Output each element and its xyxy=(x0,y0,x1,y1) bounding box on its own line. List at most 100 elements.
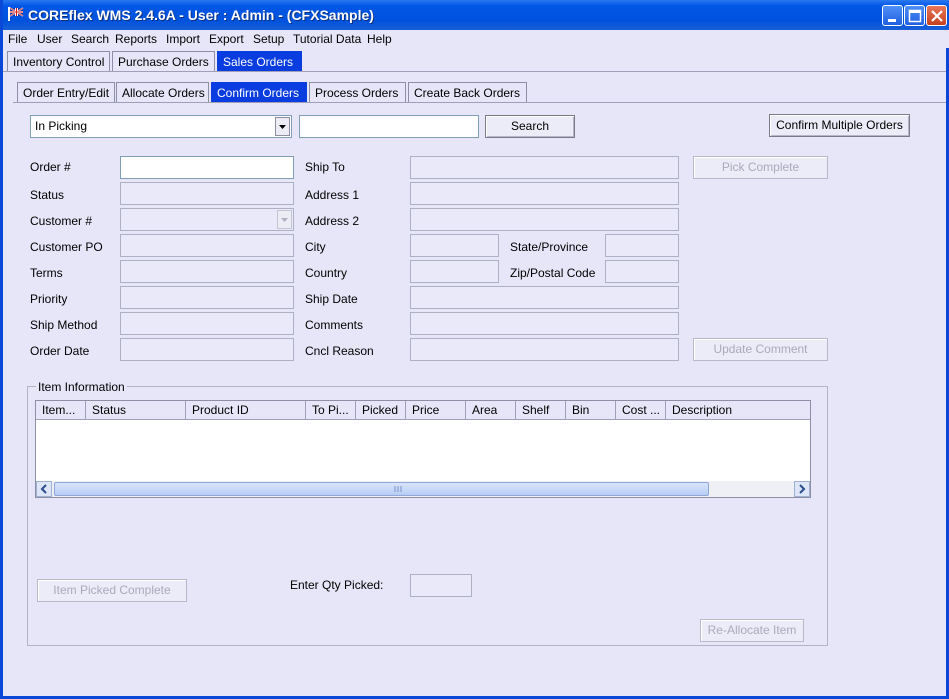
tab-confirm-orders[interactable]: Confirm Orders xyxy=(211,82,307,102)
pick-complete-button[interactable]: Pick Complete xyxy=(693,156,828,179)
item-information-title: Item Information xyxy=(36,380,127,394)
address2-label: Address 2 xyxy=(305,214,360,228)
country-label: Country xyxy=(305,266,348,280)
comments-label: Comments xyxy=(305,318,364,332)
horizontal-scrollbar[interactable] xyxy=(36,481,810,497)
col-to-pick[interactable]: To Pi... xyxy=(306,401,356,420)
priority-label: Priority xyxy=(30,292,68,306)
col-price[interactable]: Price xyxy=(406,401,466,420)
flag-icon xyxy=(8,7,24,21)
menu-export[interactable]: Export xyxy=(209,32,244,46)
tab-divider xyxy=(3,71,946,72)
scroll-left-button[interactable] xyxy=(36,481,52,497)
col-item[interactable]: Item... xyxy=(36,401,86,420)
state-field xyxy=(605,234,679,257)
col-bin[interactable]: Bin xyxy=(566,401,616,420)
col-area[interactable]: Area xyxy=(466,401,516,420)
minimize-icon xyxy=(888,19,896,22)
cancel-reason-label: Cncl Reason xyxy=(305,344,374,358)
ship-to-field xyxy=(410,156,679,179)
col-cost[interactable]: Cost ... xyxy=(616,401,666,420)
scroll-right-button[interactable] xyxy=(794,481,810,497)
zip-label: Zip/Postal Code xyxy=(510,266,596,280)
order-date-label: Order Date xyxy=(30,344,90,358)
chevron-left-icon xyxy=(40,484,47,494)
ship-date-label: Ship Date xyxy=(305,292,358,306)
col-product-id[interactable]: Product ID xyxy=(186,401,306,420)
address2-field xyxy=(410,208,679,231)
ship-method-field xyxy=(120,312,294,335)
window-title: COREflex WMS 2.4.6A - User : Admin - (CF… xyxy=(28,7,374,23)
status-label: Status xyxy=(30,188,65,202)
col-picked[interactable]: Picked xyxy=(356,401,406,420)
menu-setup[interactable]: Setup xyxy=(253,32,284,46)
tab-sales-orders[interactable]: Sales Orders xyxy=(217,51,302,71)
status-field xyxy=(120,182,294,205)
tab-order-entry-edit[interactable]: Order Entry/Edit xyxy=(17,82,115,102)
menu-tutorial-data[interactable]: Tutorial Data xyxy=(293,32,361,46)
status-filter-value: In Picking xyxy=(35,119,88,133)
table-header: Item... Status Product ID To Pi... Picke… xyxy=(36,401,810,420)
zip-field xyxy=(605,260,679,283)
qty-picked-label: Enter Qty Picked: xyxy=(290,578,384,592)
order-date-field xyxy=(120,338,294,361)
cancel-reason-field xyxy=(410,338,679,361)
menu-import[interactable]: Import xyxy=(166,32,200,46)
priority-field xyxy=(120,286,294,309)
menu-bar: File User Search Reports Import Export S… xyxy=(3,30,949,48)
subtab-divider xyxy=(13,102,946,103)
ship-to-label: Ship To xyxy=(305,160,345,174)
menu-search[interactable]: Search xyxy=(71,32,109,46)
tab-inventory-control[interactable]: Inventory Control xyxy=(7,51,110,71)
maximize-icon xyxy=(908,9,922,23)
customer-no-select xyxy=(120,208,294,231)
comments-field xyxy=(410,312,679,335)
city-label: City xyxy=(305,240,326,254)
menu-help[interactable]: Help xyxy=(367,32,392,46)
item-picked-complete-button[interactable]: Item Picked Complete xyxy=(37,579,187,602)
main-window: COREflex WMS 2.4.6A - User : Admin - (CF… xyxy=(0,0,949,699)
tab-create-back-orders[interactable]: Create Back Orders xyxy=(408,82,527,102)
ship-date-field xyxy=(410,286,679,309)
customer-po-label: Customer PO xyxy=(30,240,103,254)
maximize-button[interactable] xyxy=(904,5,925,26)
close-button[interactable] xyxy=(926,5,947,26)
menu-reports[interactable]: Reports xyxy=(115,32,157,46)
chevron-right-icon xyxy=(799,484,806,494)
scroll-thumb[interactable] xyxy=(54,482,709,496)
ship-method-label: Ship Method xyxy=(30,318,98,332)
state-label: State/Province xyxy=(510,240,589,254)
tab-allocate-orders[interactable]: Allocate Orders xyxy=(116,82,209,102)
terms-field xyxy=(120,260,294,283)
terms-label: Terms xyxy=(30,266,63,280)
reallocate-item-button[interactable]: Re-Allocate Item xyxy=(700,619,804,642)
country-field xyxy=(410,260,499,283)
address1-field xyxy=(410,182,679,205)
chevron-down-icon[interactable] xyxy=(275,117,290,136)
search-input[interactable] xyxy=(299,115,479,138)
address1-label: Address 1 xyxy=(305,188,360,202)
order-no-field[interactable] xyxy=(120,156,294,179)
customer-po-field xyxy=(120,234,294,257)
chevron-down-icon xyxy=(277,210,292,229)
title-bar[interactable]: COREflex WMS 2.4.6A - User : Admin - (CF… xyxy=(3,0,949,30)
menu-file[interactable]: File xyxy=(8,32,27,46)
qty-picked-field xyxy=(410,574,472,597)
order-no-label: Order # xyxy=(30,160,71,174)
confirm-multiple-orders-button[interactable]: Confirm Multiple Orders xyxy=(769,114,910,137)
items-table[interactable]: Item... Status Product ID To Pi... Picke… xyxy=(35,400,811,498)
tab-process-orders[interactable]: Process Orders xyxy=(309,82,406,102)
grip-icon xyxy=(394,486,402,492)
col-description[interactable]: Description xyxy=(666,401,810,420)
update-comment-button[interactable]: Update Comment xyxy=(693,338,828,361)
close-icon xyxy=(931,10,943,22)
city-field xyxy=(410,234,499,257)
col-shelf[interactable]: Shelf xyxy=(516,401,566,420)
tab-purchase-orders[interactable]: Purchase Orders xyxy=(112,51,215,71)
search-button[interactable]: Search xyxy=(485,115,575,138)
menu-user[interactable]: User xyxy=(37,32,62,46)
col-status[interactable]: Status xyxy=(86,401,186,420)
minimize-button[interactable] xyxy=(882,5,903,26)
status-filter-select[interactable]: In Picking xyxy=(30,115,292,138)
customer-no-label: Customer # xyxy=(30,214,93,228)
